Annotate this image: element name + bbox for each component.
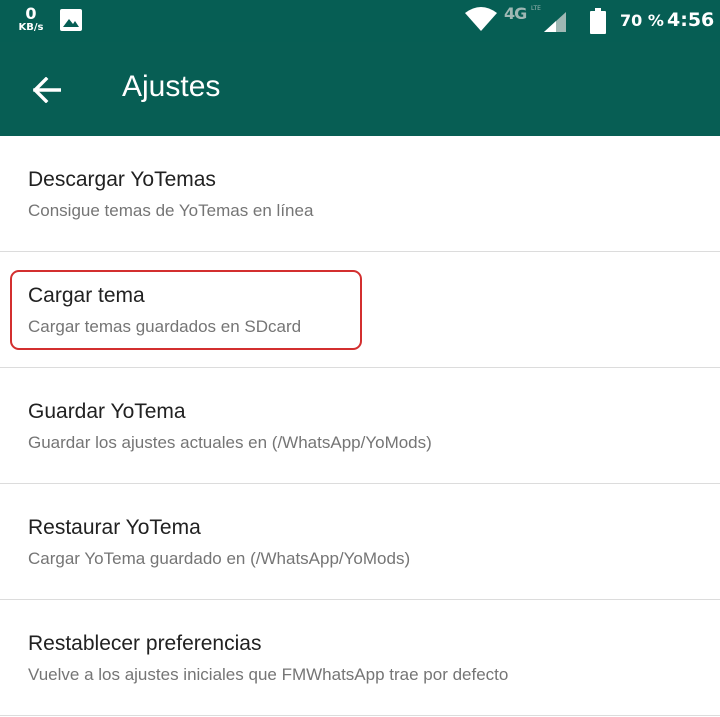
settings-item-title: Descargar YoTemas	[28, 168, 216, 191]
network-speed-indicator: 0 KB/s	[14, 6, 48, 33]
signal-icon	[544, 12, 566, 36]
settings-item-title: Restaurar YoTema	[28, 516, 201, 539]
wifi-icon	[465, 7, 497, 35]
network-lte-label: LTE	[531, 5, 541, 12]
settings-item-summary: Consigue temas de YoTemas en línea	[28, 201, 314, 220]
network-type-label: 4G	[504, 4, 527, 23]
status-bar: 0 KB/s 4G LTE 70 % 4:56	[0, 0, 720, 42]
app-bar: Ajustes	[0, 42, 720, 136]
settings-item-title: Cargar tema	[28, 284, 145, 307]
settings-item-summary: Cargar temas guardados en SDcard	[28, 317, 302, 336]
battery-icon	[590, 8, 606, 38]
settings-item-title: Guardar YoTema	[28, 400, 186, 423]
highlight-annotation	[10, 270, 362, 350]
page-title: Ajustes	[122, 70, 221, 103]
settings-list: Descargar YoTemas Consigue temas de YoTe…	[0, 136, 720, 716]
back-button[interactable]	[22, 65, 72, 115]
settings-item-title: Restablecer preferencias	[28, 632, 262, 655]
arrow-back-icon	[33, 77, 61, 103]
settings-item-guardar-yotema[interactable]: Guardar YoTema Guardar los ajustes actua…	[0, 368, 720, 484]
gallery-icon	[60, 9, 82, 35]
network-speed-value: 0	[25, 4, 37, 23]
settings-item-summary: Guardar los ajustes actuales en (/WhatsA…	[28, 433, 432, 452]
settings-item-restaurar-yotema[interactable]: Restaurar YoTema Cargar YoTema guardado …	[0, 484, 720, 600]
settings-item-summary: Vuelve a los ajustes iniciales que FMWha…	[28, 665, 509, 684]
settings-item-cargar-tema[interactable]: Cargar tema Cargar temas guardados en SD…	[0, 252, 720, 368]
settings-item-restablecer-preferencias[interactable]: Restablecer preferencias Vuelve a los aj…	[0, 600, 720, 716]
network-speed-unit: KB/s	[18, 22, 44, 33]
settings-item-descargar-yotemas[interactable]: Descargar YoTemas Consigue temas de YoTe…	[0, 136, 720, 252]
battery-percentage: 70 %	[620, 11, 664, 30]
settings-item-summary: Cargar YoTema guardado en (/WhatsApp/YoM…	[28, 549, 411, 568]
clock: 4:56	[667, 9, 715, 31]
